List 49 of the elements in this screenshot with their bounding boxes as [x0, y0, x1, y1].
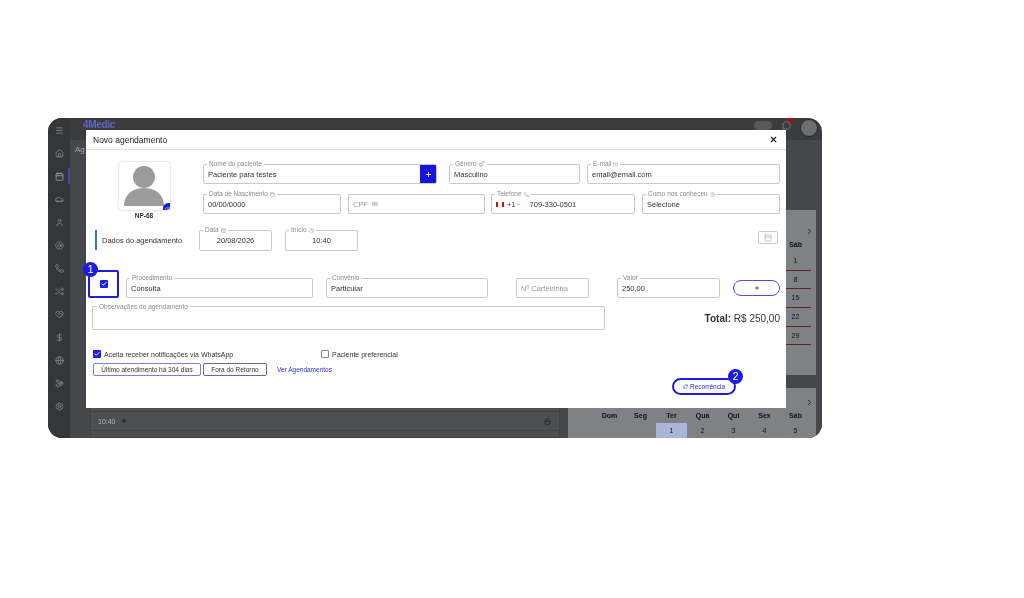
notification-badge [788, 118, 794, 123]
heart-hand-icon [54, 309, 64, 319]
dollar-icon [54, 332, 64, 342]
calendar-icon [269, 191, 275, 197]
flag-icon [496, 201, 504, 207]
clock-icon [308, 227, 314, 233]
car-icon [54, 194, 64, 204]
page-title: Ag [75, 144, 85, 156]
home-icon [54, 148, 64, 158]
chat-icon [781, 120, 791, 130]
caret-icon [515, 201, 521, 207]
dialog-title: Novo agendamento [93, 134, 168, 145]
calendar-icon [54, 171, 64, 181]
checkbox[interactable] [93, 350, 101, 358]
status-dot [122, 419, 126, 423]
step-number: 2 [728, 369, 743, 384]
next-month-button[interactable] [805, 397, 814, 407]
toggle-switch[interactable] [754, 121, 772, 130]
close-button[interactable] [769, 135, 778, 144]
mail-icon [613, 161, 619, 167]
gender-icon [478, 161, 485, 168]
avatar[interactable] [800, 119, 818, 137]
next-month-button[interactable] [805, 226, 814, 236]
add-patient-button[interactable] [420, 165, 436, 183]
settings-icon [54, 401, 64, 411]
checkbox[interactable] [321, 350, 329, 358]
chat-button[interactable] [780, 119, 792, 131]
logo: 4Medic [83, 119, 116, 130]
hand-coins-icon [54, 378, 64, 388]
close-icon [769, 135, 778, 144]
check-icon [94, 351, 100, 357]
help-icon [709, 191, 715, 197]
globe-icon [54, 355, 64, 365]
checkbox[interactable] [99, 280, 108, 288]
add-procedure-button[interactable] [733, 280, 780, 296]
menu-icon [54, 125, 64, 135]
calendar-icon [220, 227, 226, 233]
panel-icon [764, 233, 772, 242]
total-amount: Total: R$ 250,00 [704, 312, 780, 324]
plus-icon [753, 285, 760, 291]
plus-icon [424, 170, 432, 178]
phone-icon [54, 263, 64, 273]
id-card-icon [372, 201, 378, 207]
check-icon [100, 281, 107, 287]
phone-icon [523, 191, 529, 197]
user-icon [54, 217, 64, 227]
at-sign-icon [54, 240, 64, 250]
repeat-icon [682, 384, 688, 389]
shuffle-icon [54, 286, 64, 296]
